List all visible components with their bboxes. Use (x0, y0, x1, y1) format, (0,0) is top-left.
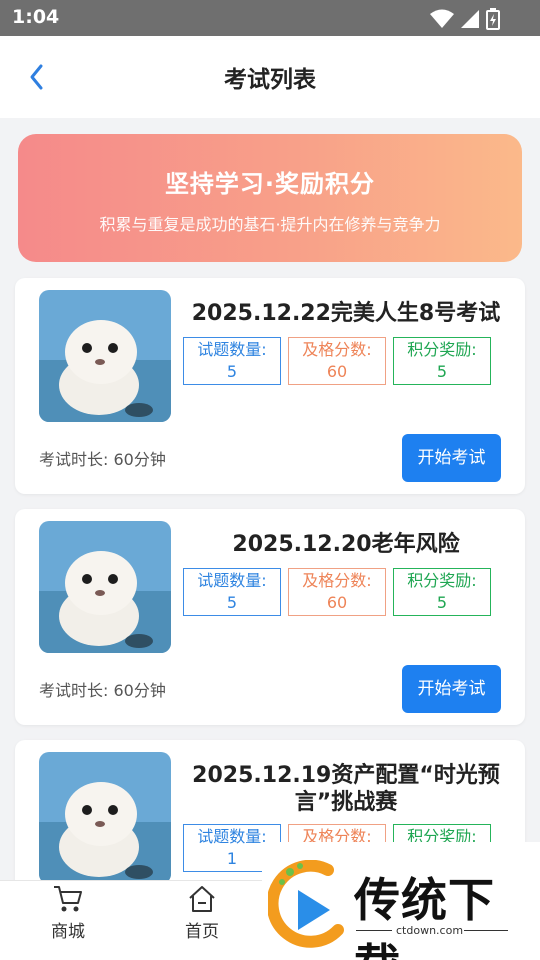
watermark-divider (356, 930, 392, 931)
pass-score-box: 及格分数: 60 (288, 337, 386, 385)
exam-stats: 试题数量: 5 及格分数: 60 积分奖励: 5 (183, 568, 491, 616)
status-icons (430, 8, 500, 30)
wifi-icon (430, 9, 454, 28)
pass-score-label: 及格分数: (302, 571, 372, 590)
promo-banner: 坚持学习·奖励积分 积累与重复是成功的基石·提升内在修养与竞争力 (18, 134, 522, 262)
reward-points-value: 5 (436, 593, 448, 612)
watermark-overlay: 传统下载 ctdown.com (262, 842, 540, 960)
watermark-divider (464, 930, 508, 931)
reward-points-label: 积分奖励: (407, 571, 477, 590)
pass-score-value: 60 (326, 362, 348, 381)
seal-pup-image (39, 290, 171, 422)
seal-pup-image (39, 521, 171, 653)
status-bar: 1:04 (0, 0, 540, 36)
exam-card[interactable]: 2025.12.20老年风险 试题数量: 5 及格分数: 60 积分奖励: 5 考试时… (15, 509, 525, 725)
exam-stats: 试题数量: 5 及格分数: 60 积分奖励: 5 (183, 337, 491, 385)
start-exam-button[interactable]: 开始考试 (402, 434, 501, 482)
exam-thumbnail (39, 752, 171, 884)
question-count-label: 试题数量: (197, 571, 267, 590)
page-title: 考试列表 (224, 67, 316, 93)
watermark-text: 传统下载 (354, 873, 495, 960)
tab-mall[interactable]: 商城 (28, 883, 108, 942)
banner-title: 坚持学习·奖励积分 (164, 170, 376, 198)
watermark-url: ctdown.com (396, 924, 464, 937)
question-count-value: 5 (226, 593, 238, 612)
start-exam-button[interactable]: 开始考试 (402, 665, 501, 713)
pass-score-label: 及格分数: (302, 340, 372, 359)
home-icon (189, 886, 215, 912)
exam-card[interactable]: 2025.12.22完美人生8号考试 试题数量: 5 及格分数: 60 积分奖励: 5… (15, 278, 525, 494)
watermark-logo (268, 860, 344, 948)
status-time: 1:04 (12, 6, 60, 28)
signal-icon (461, 10, 479, 28)
exam-title: 2025.12.19资产配置“时光预言”挑战赛 (192, 763, 500, 815)
pass-score-box: 及格分数: 60 (288, 568, 386, 616)
reward-points-box: 积分奖励: 5 (393, 337, 491, 385)
question-count-box: 试题数量: 5 (183, 337, 281, 385)
banner-subtitle: 积累与重复是成功的基石·提升内在修养与竞争力 (99, 215, 441, 234)
question-count-box: 试题数量: 5 (183, 568, 281, 616)
cart-icon (54, 886, 82, 912)
exam-duration: 考试时长: 60分钟 (39, 681, 166, 700)
exam-thumbnail (39, 521, 171, 653)
reward-points-value: 5 (436, 362, 448, 381)
battery-icon (486, 8, 500, 30)
seal-pup-image (39, 752, 171, 884)
question-count-value: 5 (226, 362, 238, 381)
reward-points-box: 积分奖励: 5 (393, 568, 491, 616)
tab-home[interactable]: 首页 (162, 883, 242, 942)
pass-score-value: 60 (326, 593, 348, 612)
exam-duration: 考试时长: 60分钟 (39, 450, 166, 469)
exam-title: 2025.12.22完美人生8号考试 (191, 301, 501, 326)
header-bar: 考试列表 (0, 36, 540, 118)
reward-points-label: 积分奖励: (407, 340, 477, 359)
tab-home-label: 首页 (185, 922, 219, 942)
exam-thumbnail (39, 290, 171, 422)
question-count-label: 试题数量: (197, 340, 267, 359)
exam-title: 2025.12.20老年风险 (232, 532, 460, 557)
tab-mall-label: 商城 (51, 922, 85, 942)
